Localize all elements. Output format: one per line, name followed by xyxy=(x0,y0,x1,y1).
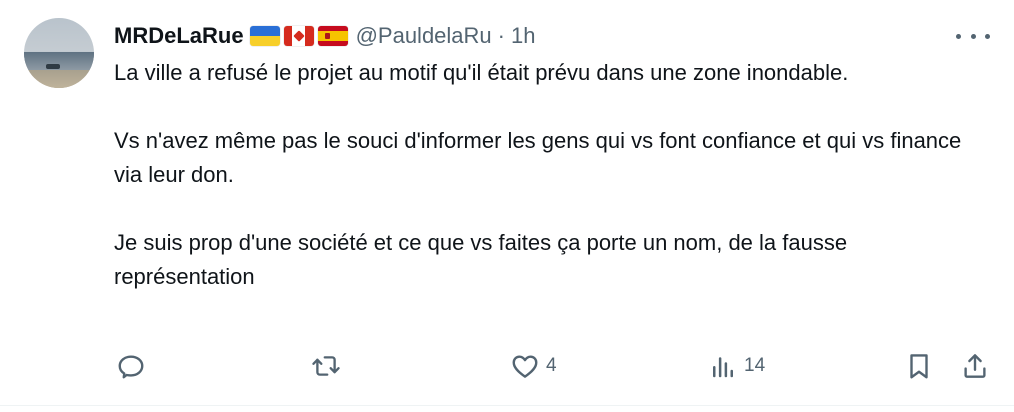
tweet-header: MRDeLaRue @PauldelaRu · 1h xyxy=(114,18,994,54)
more-dot-icon xyxy=(970,33,976,39)
avatar-boat xyxy=(46,64,60,69)
more-dot-icon xyxy=(956,33,961,39)
heart-icon xyxy=(512,355,538,378)
tweet[interactable]: MRDeLaRue @PauldelaRu · 1h La ville a re… xyxy=(0,0,1014,406)
retweet-button[interactable] xyxy=(310,350,348,382)
more-dot-icon xyxy=(985,33,990,39)
share-icon xyxy=(964,354,986,378)
name-flags xyxy=(249,26,348,46)
tweet-paragraph: Vs n'avez même pas le souci d'informer l… xyxy=(114,128,962,187)
tweet-timestamp[interactable]: 1h xyxy=(511,23,535,49)
share-button[interactable] xyxy=(960,350,990,382)
avatar[interactable] xyxy=(24,18,94,88)
tweet-paragraph: La ville a refusé le projet au motif qu'… xyxy=(114,60,849,85)
tweet-content: MRDeLaRue @PauldelaRu · 1h La ville a re… xyxy=(114,18,994,294)
like-count: 4 xyxy=(546,355,557,376)
analytics-icon xyxy=(713,357,733,378)
reply-button[interactable] xyxy=(116,350,152,382)
reply-icon xyxy=(118,355,144,379)
bookmark-button[interactable] xyxy=(904,350,934,382)
flag-canada-icon xyxy=(283,26,314,46)
views-button[interactable]: 14 xyxy=(708,350,765,382)
tweet-paragraph: Je suis prop d'une société et ce que vs … xyxy=(114,230,848,289)
retweet-icon xyxy=(312,356,340,376)
views-count: 14 xyxy=(744,355,766,376)
like-button[interactable]: 4 xyxy=(510,350,557,382)
bookmark-icon xyxy=(910,354,928,379)
tweet-actions: 4 14 xyxy=(114,350,990,382)
user-handle[interactable]: @PauldelaRu xyxy=(356,23,492,49)
display-name[interactable]: MRDeLaRue xyxy=(114,23,244,49)
flag-ukraine-icon xyxy=(249,26,280,46)
tweet-text: La ville a refusé le projet au motif qu'… xyxy=(114,56,984,294)
avatar-shore xyxy=(24,70,94,88)
flag-spain-icon xyxy=(317,26,348,46)
more-options-button[interactable] xyxy=(956,26,990,46)
header-separator: · xyxy=(497,23,505,48)
